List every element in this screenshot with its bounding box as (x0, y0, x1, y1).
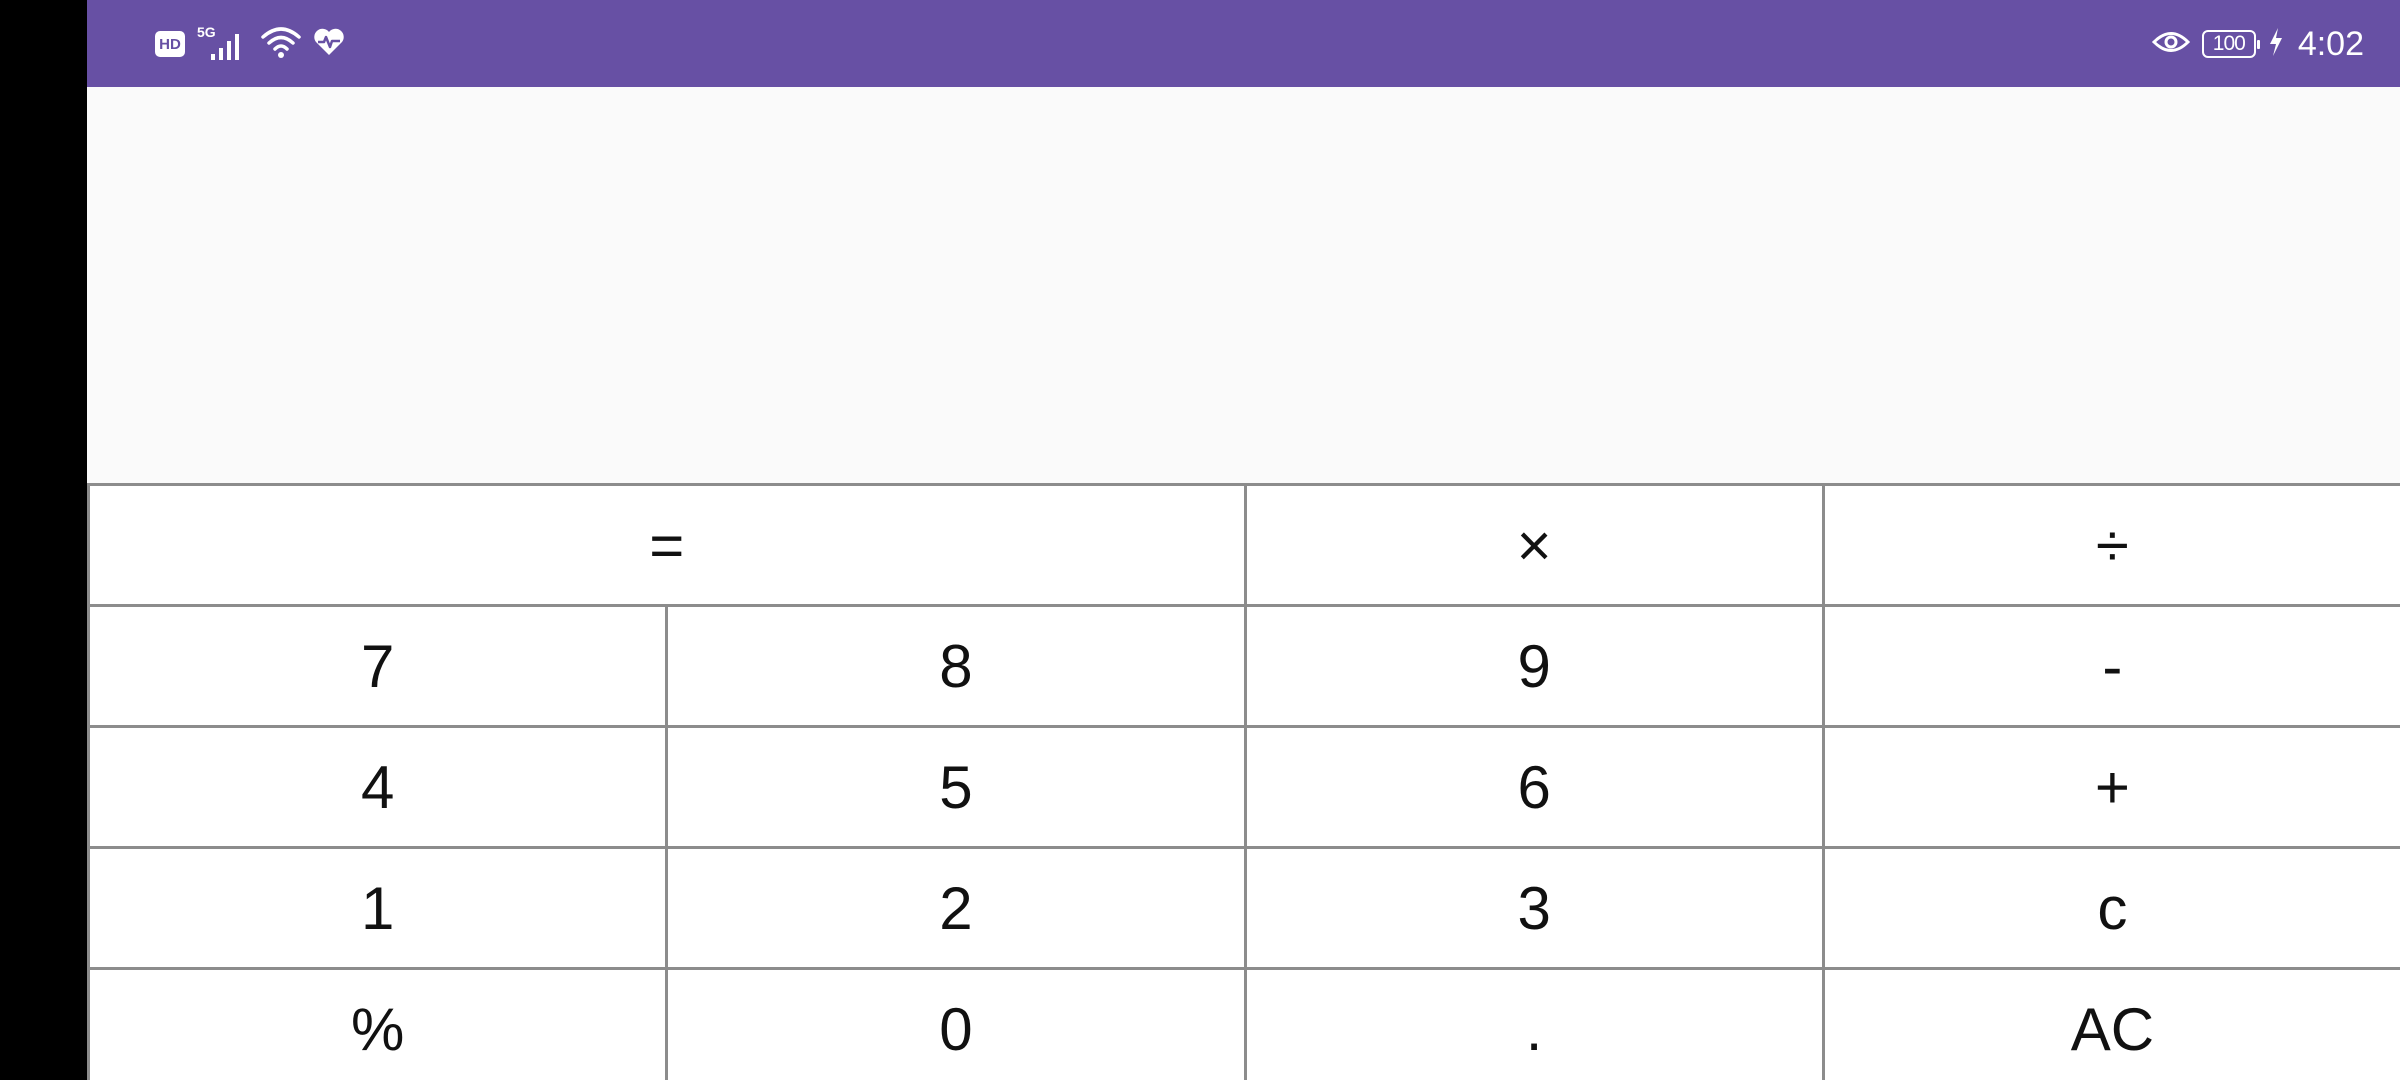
digit-6-button[interactable]: 6 (1246, 728, 1822, 846)
battery-level: 100 (2212, 32, 2246, 55)
digit-8-button[interactable]: 8 (668, 607, 1244, 725)
digit-3-button[interactable]: 3 (1246, 849, 1822, 967)
status-bar-right: 100 4:02 (2151, 24, 2364, 64)
charging-icon (2268, 27, 2284, 62)
battery-icon: 100 (2201, 30, 2260, 58)
digit-1-button[interactable]: 1 (90, 849, 666, 967)
minus-button[interactable]: - (1824, 607, 2400, 725)
plus-button[interactable]: + (1824, 728, 2400, 846)
percent-button[interactable]: % (90, 970, 666, 1080)
digit-7-button[interactable]: 7 (90, 607, 666, 725)
signal-icon: 5G (197, 24, 249, 62)
digit-0-button[interactable]: 0 (668, 970, 1244, 1080)
wifi-icon (261, 25, 301, 64)
digit-2-button[interactable]: 2 (668, 849, 1244, 967)
left-bezel (0, 0, 87, 1080)
all-clear-button[interactable]: AC (1824, 970, 2400, 1080)
calculator-display (87, 87, 2400, 483)
decimal-point-button[interactable]: . (1246, 970, 1822, 1080)
equals-button[interactable]: = (90, 486, 1244, 604)
digit-9-button[interactable]: 9 (1246, 607, 1822, 725)
divide-button[interactable]: ÷ (1824, 486, 2400, 604)
eye-icon (2151, 29, 2190, 60)
digit-5-button[interactable]: 5 (668, 728, 1244, 846)
calculator-app: HD 5G 100 4:02 = × ÷ 7 8 9 - 4 5 6 + 1 2… (87, 0, 2400, 1080)
status-bar: HD 5G 100 4:02 (87, 0, 2400, 87)
status-bar-left: HD 5G (155, 24, 345, 64)
multiply-button[interactable]: × (1246, 486, 1822, 604)
health-icon (313, 27, 345, 62)
keypad: = × ÷ 7 8 9 - 4 5 6 + 1 2 3 c % 0 . AC (87, 483, 2400, 1080)
digit-4-button[interactable]: 4 (90, 728, 666, 846)
clear-button[interactable]: c (1824, 849, 2400, 967)
clock: 4:02 (2297, 24, 2364, 63)
hd-icon: HD (155, 31, 185, 57)
